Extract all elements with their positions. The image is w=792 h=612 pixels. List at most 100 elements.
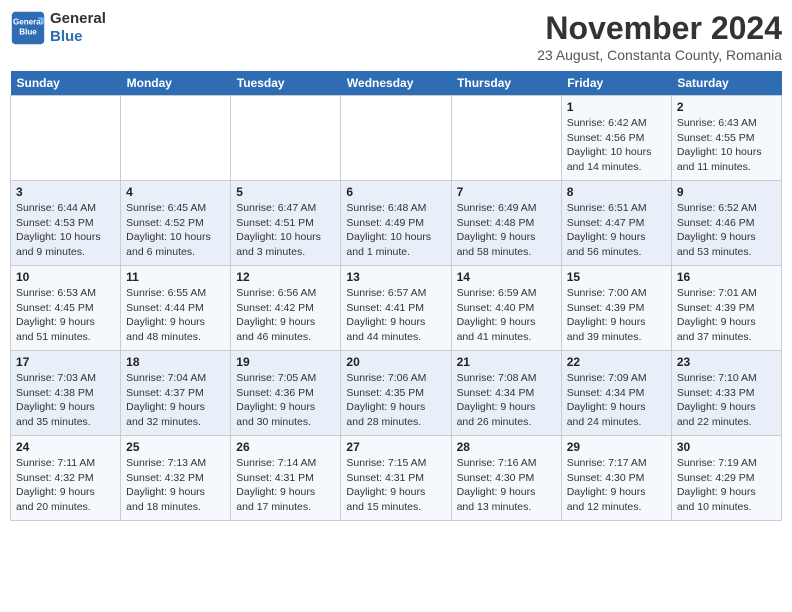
day-detail: Sunrise: 7:14 AM Sunset: 4:31 PM Dayligh…	[236, 456, 335, 515]
day-number: 15	[567, 270, 666, 284]
day-detail: Sunrise: 6:48 AM Sunset: 4:49 PM Dayligh…	[346, 201, 445, 260]
day-detail: Sunrise: 6:53 AM Sunset: 4:45 PM Dayligh…	[16, 286, 115, 345]
day-detail: Sunrise: 7:04 AM Sunset: 4:37 PM Dayligh…	[126, 371, 225, 430]
calendar-cell: 5 Sunrise: 6:47 AM Sunset: 4:51 PM Daylig…	[231, 181, 341, 266]
day-number: 19	[236, 355, 335, 369]
day-detail: Sunrise: 7:17 AM Sunset: 4:30 PM Dayligh…	[567, 456, 666, 515]
day-number: 2	[677, 100, 776, 114]
day-number: 28	[457, 440, 556, 454]
day-detail: Sunrise: 6:57 AM Sunset: 4:41 PM Dayligh…	[346, 286, 445, 345]
calendar-cell: 17Sunrise: 7:03 AM Sunset: 4:38 PM Dayli…	[11, 351, 121, 436]
day-detail: Sunrise: 6:59 AM Sunset: 4:40 PM Dayligh…	[457, 286, 556, 345]
day-number: 24	[16, 440, 115, 454]
calendar-cell: 16Sunrise: 7:01 AM Sunset: 4:39 PM Dayli…	[671, 266, 781, 351]
calendar-cell: 30 Sunrise: 7:19 AM Sunset: 4:29 PM Dayli…	[671, 436, 781, 521]
day-number: 5	[236, 185, 335, 199]
day-number: 29	[567, 440, 666, 454]
header: General Blue General Blue November 2024 …	[10, 10, 782, 63]
day-detail: Sunrise: 6:42 AM Sunset: 4:56 PM Dayligh…	[567, 116, 666, 175]
calendar-cell: 14 Sunrise: 6:59 AM Sunset: 4:40 PM Dayli…	[451, 266, 561, 351]
calendar-cell: 10 Sunrise: 6:53 AM Sunset: 4:45 PM Dayli…	[11, 266, 121, 351]
dow-header-saturday: Saturday	[671, 71, 781, 96]
day-number: 23	[677, 355, 776, 369]
calendar-cell	[231, 96, 341, 181]
day-number: 13	[346, 270, 445, 284]
day-detail: Sunrise: 7:19 AM Sunset: 4:29 PM Dayligh…	[677, 456, 776, 515]
calendar-cell: 29 Sunrise: 7:17 AM Sunset: 4:30 PM Dayli…	[561, 436, 671, 521]
dow-header-wednesday: Wednesday	[341, 71, 451, 96]
day-detail: Sunrise: 7:11 AM Sunset: 4:32 PM Dayligh…	[16, 456, 115, 515]
calendar-cell: 6 Sunrise: 6:48 AM Sunset: 4:49 PM Daylig…	[341, 181, 451, 266]
title-block: November 2024 23 August, Constanta Count…	[537, 10, 782, 63]
day-detail: Sunrise: 7:01 AM Sunset: 4:39 PM Dayligh…	[677, 286, 776, 345]
day-number: 8	[567, 185, 666, 199]
subtitle: 23 August, Constanta County, Romania	[537, 47, 782, 63]
day-number: 1	[567, 100, 666, 114]
day-number: 30	[677, 440, 776, 454]
calendar-cell: 23 Sunrise: 7:10 AM Sunset: 4:33 PM Dayli…	[671, 351, 781, 436]
day-number: 3	[16, 185, 115, 199]
calendar-cell	[341, 96, 451, 181]
month-title: November 2024	[537, 10, 782, 47]
day-number: 17	[16, 355, 115, 369]
calendar-cell: 27 Sunrise: 7:15 AM Sunset: 4:31 PM Dayli…	[341, 436, 451, 521]
day-detail: Sunrise: 6:47 AM Sunset: 4:51 PM Dayligh…	[236, 201, 335, 260]
calendar-cell: 4 Sunrise: 6:45 AM Sunset: 4:52 PM Daylig…	[121, 181, 231, 266]
day-detail: Sunrise: 7:08 AM Sunset: 4:34 PM Dayligh…	[457, 371, 556, 430]
calendar-cell	[11, 96, 121, 181]
day-number: 6	[346, 185, 445, 199]
calendar-cell: 22 Sunrise: 7:09 AM Sunset: 4:34 PM Dayli…	[561, 351, 671, 436]
calendar-cell: 20Sunrise: 7:06 AM Sunset: 4:35 PM Dayli…	[341, 351, 451, 436]
calendar-table: SundayMondayTuesdayWednesdayThursdayFrid…	[10, 71, 782, 521]
day-number: 7	[457, 185, 556, 199]
day-number: 22	[567, 355, 666, 369]
dow-header-thursday: Thursday	[451, 71, 561, 96]
calendar-cell	[121, 96, 231, 181]
day-number: 4	[126, 185, 225, 199]
day-detail: Sunrise: 6:44 AM Sunset: 4:53 PM Dayligh…	[16, 201, 115, 260]
calendar-cell: 19 Sunrise: 7:05 AM Sunset: 4:36 PM Dayli…	[231, 351, 341, 436]
svg-text:Blue: Blue	[19, 27, 37, 36]
day-number: 14	[457, 270, 556, 284]
logo-line2: Blue	[50, 28, 106, 46]
calendar-cell: 1 Sunrise: 6:42 AM Sunset: 4:56 PM Daylig…	[561, 96, 671, 181]
calendar-cell: 9Sunrise: 6:52 AM Sunset: 4:46 PM Daylig…	[671, 181, 781, 266]
day-detail: Sunrise: 6:43 AM Sunset: 4:55 PM Dayligh…	[677, 116, 776, 175]
dow-header-tuesday: Tuesday	[231, 71, 341, 96]
day-number: 10	[16, 270, 115, 284]
day-detail: Sunrise: 6:49 AM Sunset: 4:48 PM Dayligh…	[457, 201, 556, 260]
calendar-cell: 12Sunrise: 6:56 AM Sunset: 4:42 PM Dayli…	[231, 266, 341, 351]
calendar-cell: 7 Sunrise: 6:49 AM Sunset: 4:48 PM Daylig…	[451, 181, 561, 266]
dow-header-monday: Monday	[121, 71, 231, 96]
day-detail: Sunrise: 7:06 AM Sunset: 4:35 PM Dayligh…	[346, 371, 445, 430]
day-detail: Sunrise: 7:10 AM Sunset: 4:33 PM Dayligh…	[677, 371, 776, 430]
calendar-cell: 3 Sunrise: 6:44 AM Sunset: 4:53 PM Daylig…	[11, 181, 121, 266]
day-detail: Sunrise: 7:16 AM Sunset: 4:30 PM Dayligh…	[457, 456, 556, 515]
calendar-cell: 13 Sunrise: 6:57 AM Sunset: 4:41 PM Dayli…	[341, 266, 451, 351]
dow-header-friday: Friday	[561, 71, 671, 96]
logo: General Blue General Blue	[10, 10, 106, 46]
day-detail: Sunrise: 7:15 AM Sunset: 4:31 PM Dayligh…	[346, 456, 445, 515]
calendar-cell: 28 Sunrise: 7:16 AM Sunset: 4:30 PM Dayli…	[451, 436, 561, 521]
logo-icon: General Blue	[10, 10, 46, 46]
day-number: 12	[236, 270, 335, 284]
calendar-cell: 11Sunrise: 6:55 AM Sunset: 4:44 PM Dayli…	[121, 266, 231, 351]
day-detail: Sunrise: 7:13 AM Sunset: 4:32 PM Dayligh…	[126, 456, 225, 515]
day-number: 27	[346, 440, 445, 454]
day-number: 26	[236, 440, 335, 454]
dow-header-sunday: Sunday	[11, 71, 121, 96]
day-number: 25	[126, 440, 225, 454]
calendar-cell: 8 Sunrise: 6:51 AM Sunset: 4:47 PM Daylig…	[561, 181, 671, 266]
calendar-cell: 15 Sunrise: 7:00 AM Sunset: 4:39 PM Dayli…	[561, 266, 671, 351]
day-detail: Sunrise: 7:00 AM Sunset: 4:39 PM Dayligh…	[567, 286, 666, 345]
calendar-cell: 21Sunrise: 7:08 AM Sunset: 4:34 PM Dayli…	[451, 351, 561, 436]
day-detail: Sunrise: 7:05 AM Sunset: 4:36 PM Dayligh…	[236, 371, 335, 430]
day-detail: Sunrise: 6:51 AM Sunset: 4:47 PM Dayligh…	[567, 201, 666, 260]
calendar-cell: 2 Sunrise: 6:43 AM Sunset: 4:55 PM Daylig…	[671, 96, 781, 181]
logo-line1: General	[50, 10, 106, 28]
day-detail: Sunrise: 6:45 AM Sunset: 4:52 PM Dayligh…	[126, 201, 225, 260]
calendar-cell: 18 Sunrise: 7:04 AM Sunset: 4:37 PM Dayli…	[121, 351, 231, 436]
day-detail: Sunrise: 7:09 AM Sunset: 4:34 PM Dayligh…	[567, 371, 666, 430]
calendar-cell: 25 Sunrise: 7:13 AM Sunset: 4:32 PM Dayli…	[121, 436, 231, 521]
day-number: 18	[126, 355, 225, 369]
